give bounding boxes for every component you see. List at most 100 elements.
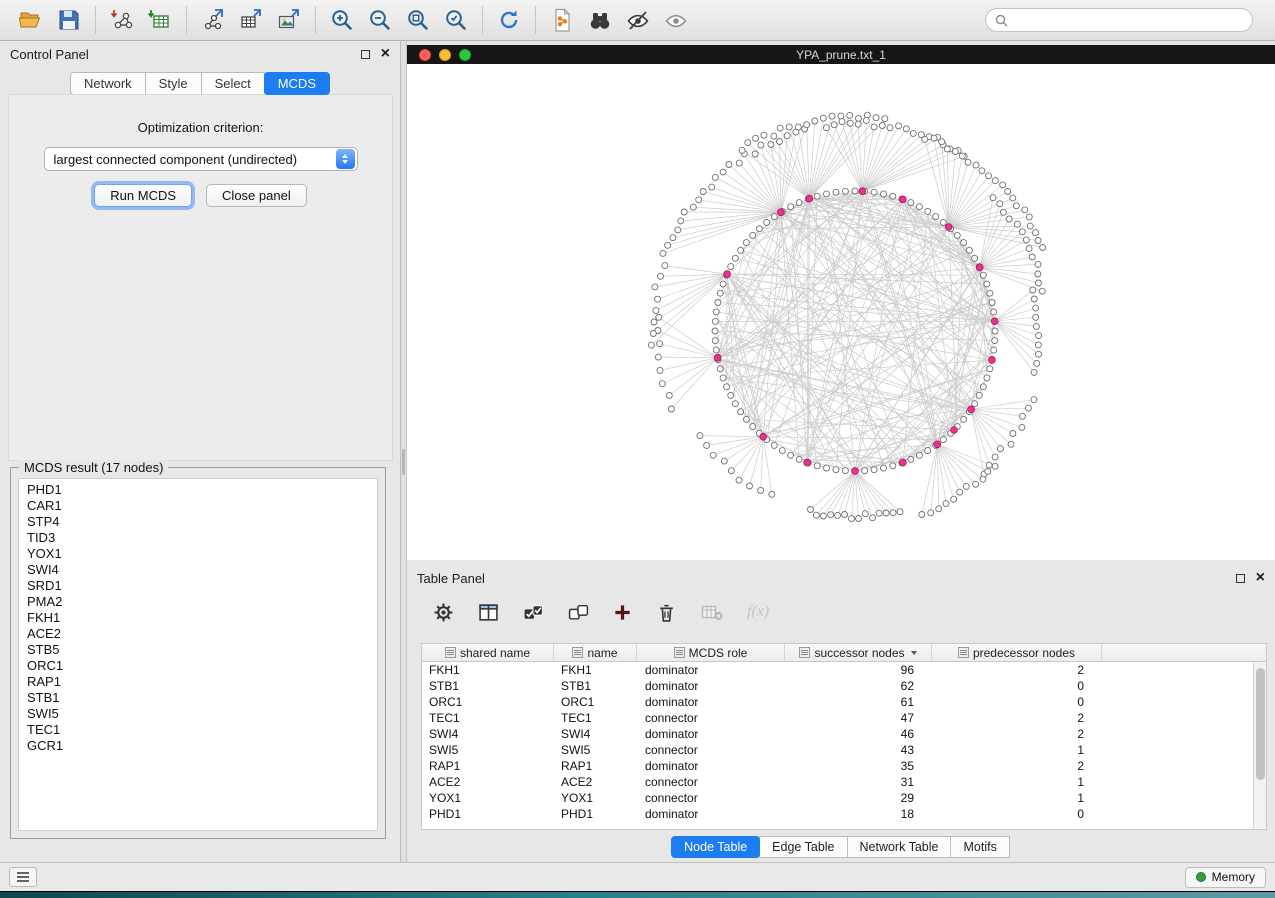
mcds-result-item[interactable]: CAR1 [19,498,377,514]
zoom-fit-button[interactable] [399,4,437,36]
deselect-all-button[interactable] [568,602,589,623]
export-table-button[interactable] [232,4,270,36]
column-header-successor-nodes[interactable]: successor nodes [785,644,932,661]
graphics-details-button[interactable] [619,4,657,36]
table-cell: 61 [785,694,932,710]
mcds-result-item[interactable]: SWI5 [19,706,377,722]
close-panel-button[interactable]: Close panel [206,184,307,207]
table-row[interactable]: TEC1TEC1connector472 [422,710,1253,726]
tab-edge-table[interactable]: Edge Table [759,836,847,858]
table-cell: TEC1 [554,710,637,726]
workspace-area: YPA_prune.txt_1 Table Panel × [407,41,1275,862]
scrollbar-thumb[interactable] [1256,668,1265,780]
mcds-result-item[interactable]: PMA2 [19,594,377,610]
memory-button[interactable]: Memory [1185,867,1266,888]
table-cell: SWI4 [422,726,554,742]
control-panel-tabs: Network Style Select MCDS [0,72,400,95]
column-header-shared-name[interactable]: shared name [422,644,554,661]
table-row[interactable]: SWI4SWI4dominator462 [422,726,1253,742]
tab-node-table[interactable]: Node Table [671,836,760,858]
show-hide-button[interactable] [657,4,695,36]
mcds-result-item[interactable]: FKH1 [19,610,377,626]
column-header-mcds-role[interactable]: MCDS role [637,644,785,661]
table-cell: 46 [785,726,932,742]
delete-column-button[interactable] [656,602,677,623]
select-all-button[interactable] [523,602,544,623]
mcds-result-item[interactable]: TEC1 [19,722,377,738]
network-canvas[interactable] [407,64,1275,560]
maximize-window-icon[interactable] [459,49,471,61]
splitter-grip-icon[interactable] [402,449,405,475]
close-window-icon[interactable] [419,49,431,61]
mcds-result-item[interactable]: GCR1 [19,738,377,754]
save-session-button[interactable] [50,4,88,36]
table-row[interactable]: ORC1ORC1dominator610 [422,694,1253,710]
document-share-icon [549,7,575,33]
table-cell: 2 [932,758,1102,774]
tab-style[interactable]: Style [145,72,202,95]
table-row[interactable]: FKH1FKH1dominator962 [422,662,1253,678]
table-row[interactable]: ACE2ACE2connector311 [422,774,1253,790]
function-builder-button[interactable]: f(x) [747,603,769,621]
mcds-result-item[interactable]: RAP1 [19,674,377,690]
export-document-button[interactable] [543,4,581,36]
mcds-result-item[interactable]: ACE2 [19,626,377,642]
zoom-out-icon [367,7,393,33]
mcds-result-item[interactable]: ORC1 [19,658,377,674]
mcds-result-item[interactable]: TID3 [19,530,377,546]
table-row[interactable]: RAP1RAP1dominator352 [422,758,1253,774]
import-table-button[interactable] [141,4,179,36]
tab-motifs[interactable]: Motifs [950,836,1009,858]
criterion-dropdown[interactable]: largest connected component (undirected) [44,147,358,171]
search-network-button[interactable] [581,4,619,36]
export-network-button[interactable] [194,4,232,36]
table-row[interactable]: STB1STB1dominator620 [422,678,1253,694]
close-table-panel-icon[interactable]: × [1256,570,1265,586]
mcds-result-item[interactable]: PHD1 [19,482,377,498]
export-image-button[interactable] [270,4,308,36]
add-column-button[interactable] [613,603,632,622]
mcds-result-item[interactable]: YOX1 [19,546,377,562]
table-cell: 2 [932,726,1102,742]
float-panel-icon[interactable] [361,50,370,59]
tab-network-table[interactable]: Network Table [847,836,952,858]
column-chooser-button[interactable] [478,602,499,623]
sort-icon [799,647,810,658]
node-table-body[interactable]: FKH1FKH1dominator962STB1STB1dominator620… [422,662,1253,829]
mcds-result-list[interactable]: PHD1CAR1STP4TID3YOX1SWI4SRD1PMA2FKH1ACE2… [18,478,378,831]
float-table-panel-icon[interactable] [1236,574,1245,583]
table-cell: 29 [785,790,932,806]
zoom-selected-button[interactable] [437,4,475,36]
table-cell: RAP1 [554,758,637,774]
search-input[interactable] [1014,13,1243,27]
cytoscape-app: Control Panel × Network Style Select MCD… [0,0,1275,898]
table-row[interactable]: PHD1PHD1dominator180 [422,806,1253,822]
mcds-result-item[interactable]: STP4 [19,514,377,530]
refresh-button[interactable] [490,4,528,36]
table-scrollbar[interactable] [1253,662,1266,829]
mcds-result-item[interactable]: STB5 [19,642,377,658]
zoom-out-button[interactable] [361,4,399,36]
close-panel-icon[interactable]: × [381,46,390,62]
tab-network[interactable]: Network [70,72,146,95]
mcds-result-item[interactable]: STB1 [19,690,377,706]
delete-table-button[interactable] [701,602,723,623]
table-settings-button[interactable] [433,602,454,623]
zoom-in-button[interactable] [323,4,361,36]
search-box[interactable] [985,8,1253,32]
mcds-result-item[interactable]: SWI4 [19,562,377,578]
column-header-predecessor-nodes[interactable]: predecessor nodes [932,644,1102,661]
import-network-button[interactable] [103,4,141,36]
open-file-button[interactable] [12,4,50,36]
table-row[interactable]: SWI5SWI5connector431 [422,742,1253,758]
mcds-result-item[interactable]: SRD1 [19,578,377,594]
tab-mcds[interactable]: MCDS [264,72,330,95]
panel-menu-button[interactable] [9,867,37,887]
tab-select[interactable]: Select [201,72,265,95]
table-row[interactable]: YOX1YOX1connector291 [422,790,1253,806]
zoom-selected-icon [443,7,469,33]
run-mcds-button[interactable]: Run MCDS [94,184,192,207]
network-window-titlebar[interactable]: YPA_prune.txt_1 [407,45,1275,64]
minimize-window-icon[interactable] [439,49,451,61]
column-header-name[interactable]: name [554,644,637,661]
